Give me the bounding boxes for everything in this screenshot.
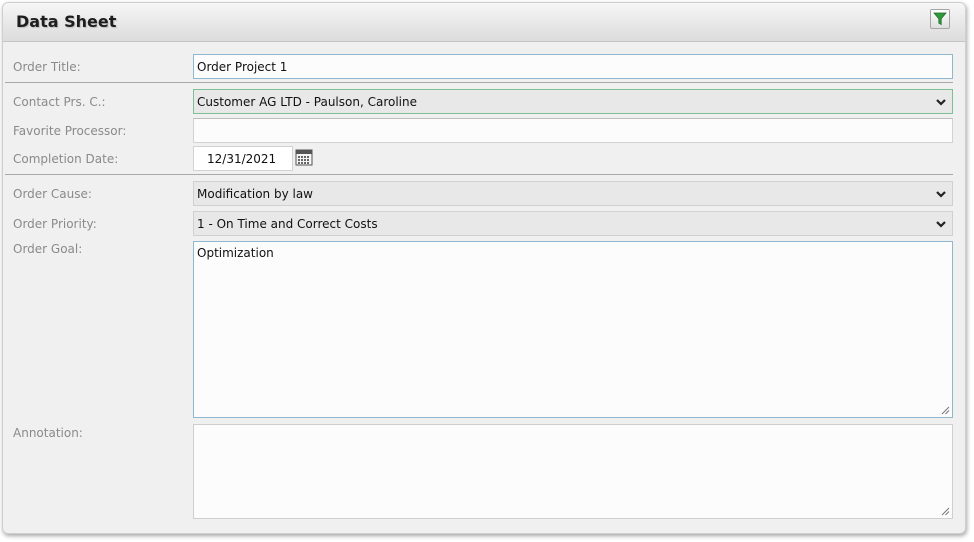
resize-grip-icon[interactable] [941, 507, 950, 516]
completion-date-label: Completion Date: [13, 152, 119, 166]
chevron-down-icon [936, 191, 946, 198]
order-title-value: Order Project 1 [197, 60, 288, 74]
contact-person-value: Customer AG LTD - Paulson, Caroline [197, 95, 417, 109]
panel-header: Data Sheet [3, 3, 965, 42]
filter-button[interactable] [930, 9, 950, 29]
chevron-down-icon [936, 221, 946, 228]
order-cause-select[interactable]: Modification by law [193, 181, 953, 206]
separator [5, 82, 953, 83]
order-title-input[interactable]: Order Project 1 [193, 54, 953, 79]
order-goal-label: Order Goal: [13, 242, 83, 256]
separator [5, 174, 953, 175]
resize-grip-icon[interactable] [941, 406, 950, 415]
order-title-label: Order Title: [13, 60, 81, 74]
filter-icon [933, 12, 947, 26]
favorite-processor-input[interactable] [193, 118, 953, 143]
order-cause-value: Modification by law [197, 187, 313, 201]
calendar-icon[interactable] [295, 148, 313, 166]
panel-title: Data Sheet [16, 12, 117, 31]
annotation-textarea[interactable] [193, 424, 953, 519]
data-sheet-panel: Data Sheet Order Title: Order Project 1 … [2, 2, 966, 534]
order-priority-value: 1 - On Time and Correct Costs [197, 217, 378, 231]
order-priority-select[interactable]: 1 - On Time and Correct Costs [193, 211, 953, 236]
completion-date-value: 12/31/2021 [207, 152, 277, 166]
favorite-processor-label: Favorite Processor: [13, 124, 127, 138]
order-cause-label: Order Cause: [13, 187, 92, 201]
contact-person-select[interactable]: Customer AG LTD - Paulson, Caroline [193, 89, 953, 114]
order-goal-value: Optimization [197, 246, 274, 260]
chevron-down-icon [936, 99, 946, 106]
annotation-label: Annotation: [13, 426, 83, 440]
order-priority-label: Order Priority: [13, 217, 97, 231]
contact-person-label: Contact Prs. C.: [13, 95, 106, 109]
completion-date-input[interactable]: 12/31/2021 [193, 146, 293, 171]
order-goal-textarea[interactable]: Optimization [193, 241, 953, 418]
